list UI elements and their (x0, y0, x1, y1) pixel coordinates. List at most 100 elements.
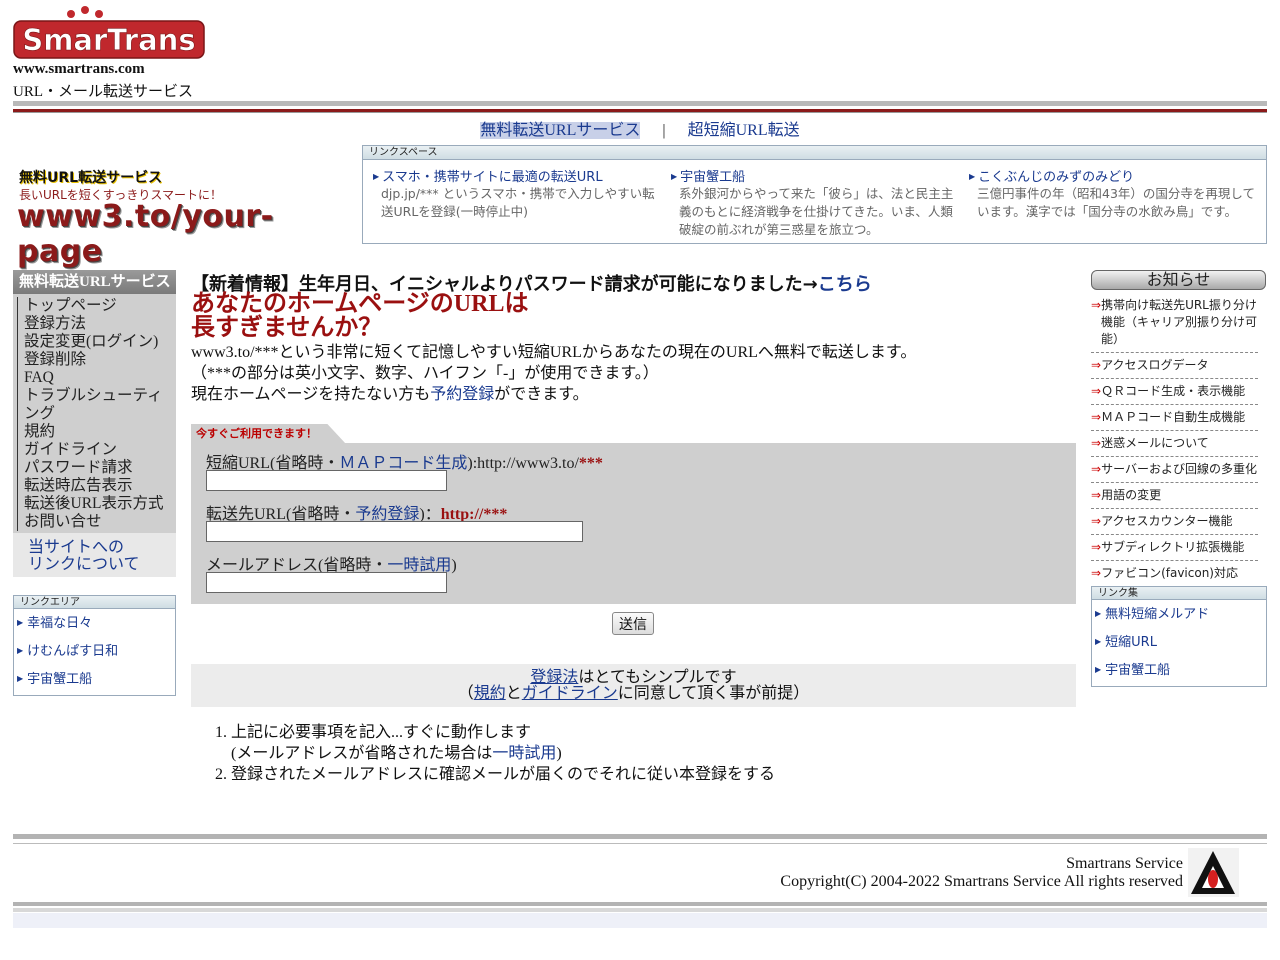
left-nav-item-troubleshooting[interactable]: トラブルシューティング (17, 387, 176, 423)
link-collection-item[interactable]: ▶ 無料短縮メルアド (1092, 600, 1266, 628)
notice-item[interactable]: ⇒ＭＡＰコード自動生成機能 (1091, 405, 1258, 431)
link-space-item-title[interactable]: 宇宙蟹工船 (680, 170, 745, 185)
promo-banner[interactable]: 無料URL転送サービス 長いURLを短くすっきりスマートに！ www3.to/y… (15, 165, 357, 269)
triangle-icon: ▶ (671, 172, 678, 181)
link-to-site-line2[interactable]: リンクについて (28, 556, 176, 573)
intro-line3-text: 現在ホームページを持たない方も (191, 386, 431, 403)
notice-item[interactable]: ⇒ＱＲコード生成・表示機能 (1091, 379, 1258, 405)
notice-item[interactable]: ⇒サブディレクトリ拡張機能 (1091, 535, 1258, 561)
notice-item-label[interactable]: サーバーおよび回線の多重化 (1101, 462, 1257, 476)
footer-bottom-divider (13, 902, 1267, 906)
notice-item[interactable]: ⇒サーバーおよび回線の多重化 (1091, 457, 1258, 483)
email-label-suffix: ) (451, 557, 457, 574)
triangle-icon: ▶ (17, 674, 24, 683)
triangle-icon: ▶ (969, 172, 976, 181)
intro-line3: 現在ホームページを持たない方も予約登録ができます。 (191, 384, 916, 405)
link-collection-header: リンク集 (1092, 587, 1266, 600)
footer-company: Smartrans Service (1066, 855, 1183, 872)
notice-item[interactable]: ⇒用語の変更 (1091, 483, 1258, 509)
link-collection-panel: リンク集 ▶ 無料短縮メルアド ▶ 短縮URL ▶ 宇宙蟹工船 (1091, 586, 1267, 687)
left-nav-item-ads[interactable]: 転送時広告表示 (17, 477, 176, 495)
notice-item[interactable]: ⇒ファビコン(favicon)対応 (1091, 561, 1258, 587)
left-nav-item-guidelines[interactable]: ガイドライン (17, 441, 176, 459)
link-collection-item[interactable]: ▶ 短縮URL (1092, 628, 1266, 656)
arrow-icon: ⇒ (1091, 358, 1102, 372)
notice-item[interactable]: ⇒迷惑メールについて (1091, 431, 1258, 457)
footer-divider (13, 834, 1267, 839)
notice-item-label[interactable]: ＭＡＰコード自動生成機能 (1101, 410, 1245, 424)
site-url: www.smartrans.com (13, 61, 145, 77)
registration-note-text: はとてもシンプルです (578, 669, 737, 686)
notice-item-label[interactable]: サブディレクトリ拡張機能 (1101, 540, 1244, 554)
logo-text: SmarTrans (22, 23, 195, 57)
link-collection-item-label[interactable]: 宇宙蟹工船 (1105, 663, 1170, 678)
notice-item-label[interactable]: 迷惑メールについて (1101, 436, 1209, 450)
left-nav-item-delete[interactable]: 登録削除 (17, 351, 176, 369)
notice-header: お知らせ (1091, 270, 1266, 290)
link-area-item-label[interactable]: 宇宙蟹工船 (27, 672, 92, 687)
registration-note-line1: 登録法はとてもシンプルです (191, 670, 1076, 686)
registration-note-suffix: に同意して頂く事が前提） (617, 685, 810, 702)
link-space-item-title[interactable]: こくぶんじのみずのみどり (978, 170, 1134, 185)
link-area-item[interactable]: ▶ けむんぱす日和 (14, 637, 175, 665)
left-nav-item-terms[interactable]: 規約 (17, 423, 176, 441)
step-item: 登録されたメールアドレスに確認メールが届くのでそれに従い本登録をする (231, 764, 775, 785)
left-nav-item-top[interactable]: トップページ (17, 297, 176, 315)
link-area-item-label[interactable]: 幸福な日々 (27, 616, 92, 631)
link-collection-item-label[interactable]: 短縮URL (1105, 635, 1157, 650)
register-method-link[interactable]: 登録法 (530, 669, 578, 686)
headline-line1: あなたのホームページのURLは (191, 291, 529, 317)
link-collection-item[interactable]: ▶ 宇宙蟹工船 (1092, 656, 1266, 684)
link-area-item-label[interactable]: けむんぱす日和 (27, 644, 118, 659)
notice-item[interactable]: ⇒携帯向け転送先URL振り分け機能（キャリア別振り分け可能） (1091, 293, 1258, 353)
reserve-register-link[interactable]: 予約登録 (430, 386, 494, 403)
footer-bottom-divider-light (13, 908, 1267, 912)
submit-button[interactable]: 送信 (612, 612, 654, 635)
left-nav-item-contact[interactable]: お問い合せ (17, 513, 176, 531)
left-nav-item-settings[interactable]: 設定変更(ログイン) (17, 333, 176, 351)
notice-item[interactable]: ⇒アクセスカウンター機能 (1091, 509, 1258, 535)
notice-item[interactable]: ⇒アクセスログデータ (1091, 353, 1258, 379)
notice-item-label[interactable]: ＱＲコード生成・表示機能 (1101, 384, 1245, 398)
step-1-text: 上記に必要事項を記入...すぐに動作します (231, 724, 532, 741)
notice-item-label[interactable]: アクセスカウンター機能 (1101, 514, 1232, 528)
notice-item-label[interactable]: アクセスログデータ (1101, 358, 1208, 372)
link-to-site-line1[interactable]: 当サイトへの (28, 539, 176, 556)
triangle-icon: ▶ (373, 172, 380, 181)
link-collection-item-label[interactable]: 無料短縮メルアド (1105, 607, 1209, 622)
guideline-link[interactable]: ガイドライン (522, 685, 618, 702)
destination-url-input[interactable] (206, 521, 583, 542)
link-space-item-title[interactable]: スマホ・携帯サイトに最適の転送URL (382, 170, 602, 185)
notice-item-label[interactable]: 用語の変更 (1101, 488, 1161, 502)
nav-ultra-short-url[interactable]: 超短縮URL転送 (688, 122, 800, 139)
link-space-header: リンクスペース (363, 146, 1266, 160)
news-link[interactable]: こちら (818, 274, 872, 295)
footer-divider-thin (13, 843, 1267, 844)
left-nav-item-url-display[interactable]: 転送後URL表示方式 (17, 495, 176, 513)
link-area-item[interactable]: ▶ 幸福な日々 (14, 609, 175, 637)
left-nav-item-faq[interactable]: FAQ (17, 369, 176, 387)
smartrans-logo[interactable]: SmarTrans (13, 6, 205, 60)
trial-link[interactable]: 一時試用 (492, 745, 556, 762)
triangle-icon: ▶ (1095, 665, 1102, 674)
email-input[interactable] (206, 572, 447, 593)
left-nav-item-password[interactable]: パスワード請求 (17, 459, 176, 477)
link-space-item-desc: 三億円事件の年（昭和43年）の国分寺を再現しています。漢字では「国分寺の水飲み鳥… (977, 186, 1256, 219)
paren: （ (457, 685, 474, 702)
link-space-item-desc: 系外銀河からやって来た「彼ら」は、法と民主主義のもとに経済戦争を仕掛けてきた。い… (679, 186, 954, 237)
arrow-icon: ⇒ (1091, 384, 1102, 398)
link-area-item[interactable]: ▶ 宇宙蟹工船 (14, 665, 175, 693)
notice-item-label[interactable]: ファビコン(favicon)対応 (1101, 566, 1238, 580)
triangle-icon: ▶ (17, 646, 24, 655)
notice-item-label[interactable]: 携帯向け転送先URL振り分け機能（キャリア別振り分け可能） (1101, 298, 1257, 346)
terms-link[interactable]: 規約 (474, 685, 506, 702)
header-divider-thin (13, 112, 1267, 113)
nav-free-url-service[interactable]: 無料転送URLサービス (480, 122, 641, 139)
arrow-icon: ⇒ (1091, 514, 1102, 528)
and-text: と (505, 685, 522, 702)
link-to-site-note[interactable]: 当サイトへの リンクについて (13, 533, 176, 577)
banner-domain: www3.to/your-page (17, 199, 274, 269)
short-url-input[interactable] (206, 470, 447, 491)
short-url-label-suffix: ):http://www3.to/ (467, 455, 579, 472)
left-nav-item-register[interactable]: 登録方法 (17, 315, 176, 333)
